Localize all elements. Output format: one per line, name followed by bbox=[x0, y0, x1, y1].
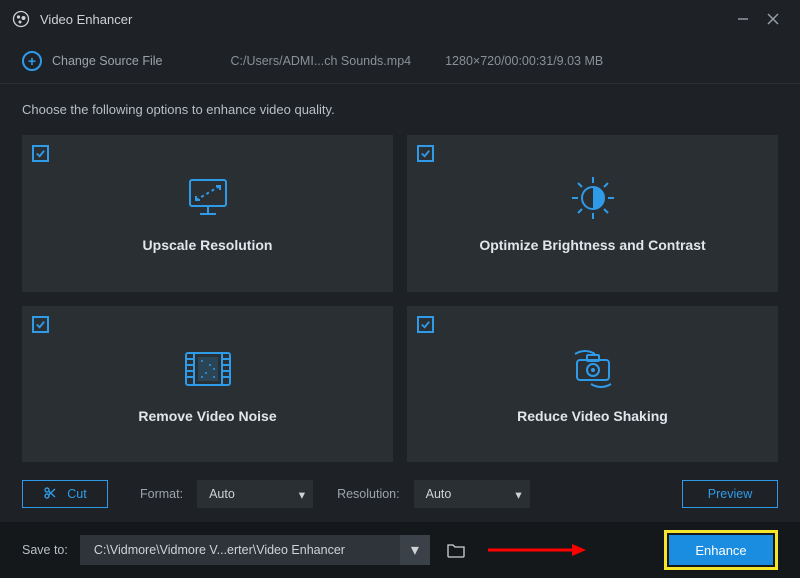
caret-down-icon: ▾ bbox=[515, 487, 521, 502]
format-select[interactable]: Auto ▾ bbox=[197, 480, 313, 508]
source-meta: 1280×720/00:00:31/9.03 MB bbox=[445, 54, 603, 68]
format-value: Auto bbox=[209, 487, 235, 501]
app-window: Video Enhancer + Change Source File C:/U… bbox=[0, 0, 800, 578]
change-source-label: Change Source File bbox=[52, 54, 162, 68]
controls-row: Cut Format: Auto ▾ Resolution: Auto ▾ Pr… bbox=[22, 480, 778, 508]
save-path-display[interactable]: C:\Vidmore\Vidmore V...erter\Video Enhan… bbox=[80, 535, 400, 565]
film-noise-icon bbox=[178, 344, 238, 394]
monitor-expand-icon bbox=[178, 173, 238, 223]
source-filepath: C:/Users/ADMI...ch Sounds.mp4 bbox=[230, 54, 411, 68]
enhance-label: Enhance bbox=[695, 543, 746, 558]
minimize-button[interactable] bbox=[728, 4, 758, 34]
save-to-label: Save to: bbox=[22, 543, 68, 557]
annotation-arrow bbox=[486, 535, 652, 565]
save-path-pill: C:\Vidmore\Vidmore V...erter\Video Enhan… bbox=[80, 535, 430, 565]
card-label: Optimize Brightness and Contrast bbox=[479, 237, 705, 253]
resolution-label: Resolution: bbox=[337, 487, 400, 501]
preview-button[interactable]: Preview bbox=[682, 480, 778, 508]
folder-icon bbox=[447, 542, 465, 558]
content-area: Choose the following options to enhance … bbox=[0, 84, 800, 522]
titlebar: Video Enhancer bbox=[0, 0, 800, 38]
card-reduce-video-shaking[interactable]: Reduce Video Shaking bbox=[407, 306, 778, 463]
instruction-text: Choose the following options to enhance … bbox=[22, 102, 778, 117]
checkbox-brightness[interactable] bbox=[417, 145, 434, 162]
cut-button[interactable]: Cut bbox=[22, 480, 108, 508]
card-label: Upscale Resolution bbox=[143, 237, 273, 253]
save-path-dropdown[interactable]: ▾ bbox=[400, 535, 430, 565]
checkbox-shaking[interactable] bbox=[417, 316, 434, 333]
card-remove-video-noise[interactable]: Remove Video Noise bbox=[22, 306, 393, 463]
enhance-highlight: Enhance bbox=[664, 530, 778, 570]
brightness-icon bbox=[565, 173, 621, 223]
checkbox-upscale[interactable] bbox=[32, 145, 49, 162]
close-button[interactable] bbox=[758, 4, 788, 34]
app-icon bbox=[12, 10, 30, 28]
enhance-button[interactable]: Enhance bbox=[669, 535, 773, 565]
camera-shake-icon bbox=[561, 344, 625, 394]
caret-down-icon: ▾ bbox=[411, 540, 419, 560]
card-label: Reduce Video Shaking bbox=[517, 408, 668, 424]
card-optimize-brightness-contrast[interactable]: Optimize Brightness and Contrast bbox=[407, 135, 778, 292]
scissors-icon bbox=[43, 486, 57, 503]
open-folder-button[interactable] bbox=[442, 536, 470, 564]
card-label: Remove Video Noise bbox=[138, 408, 276, 424]
caret-down-icon: ▾ bbox=[299, 487, 305, 502]
preview-label: Preview bbox=[708, 487, 752, 501]
source-toolbar: + Change Source File C:/Users/ADMI...ch … bbox=[0, 38, 800, 84]
card-upscale-resolution[interactable]: Upscale Resolution bbox=[22, 135, 393, 292]
footer-bar: Save to: C:\Vidmore\Vidmore V...erter\Vi… bbox=[0, 522, 800, 578]
format-label: Format: bbox=[140, 487, 183, 501]
app-title: Video Enhancer bbox=[40, 12, 132, 27]
checkbox-noise[interactable] bbox=[32, 316, 49, 333]
cut-label: Cut bbox=[67, 487, 86, 501]
plus-circle-icon: + bbox=[22, 51, 42, 71]
options-grid: Upscale Resolution bbox=[22, 135, 778, 462]
resolution-select[interactable]: Auto ▾ bbox=[414, 480, 530, 508]
resolution-value: Auto bbox=[426, 487, 452, 501]
change-source-button[interactable]: + Change Source File bbox=[22, 51, 162, 71]
